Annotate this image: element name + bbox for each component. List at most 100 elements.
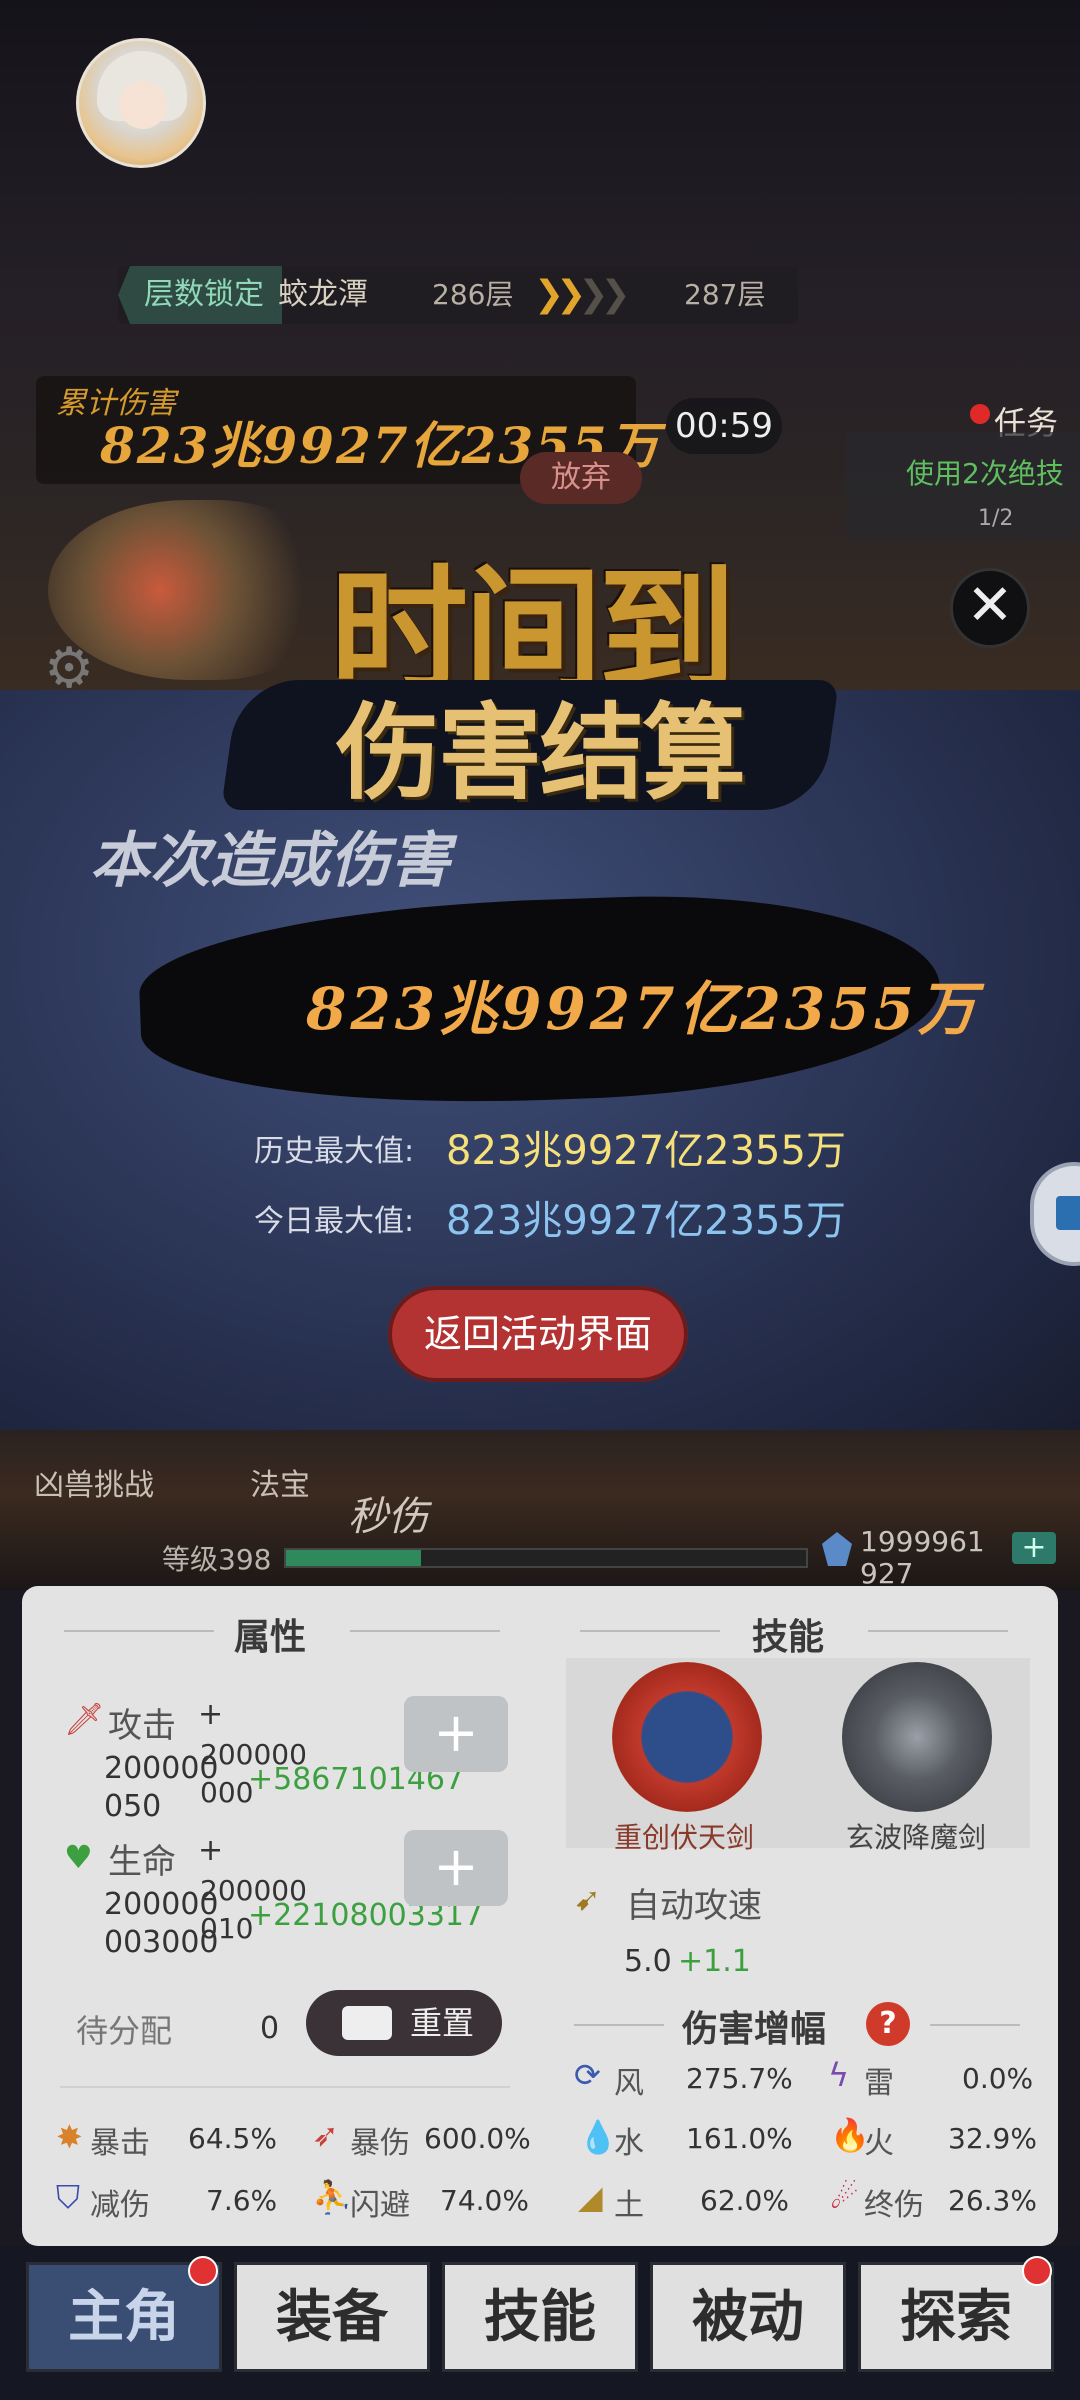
modal-title: 伤害结算 [336,691,746,814]
video-icon [342,2006,392,2040]
crit-damage-icon: ➶ [312,2116,339,2154]
close-icon[interactable]: ✕ [950,568,1030,648]
help-icon[interactable]: ? [866,2002,910,2046]
water-icon: 💧 [578,2118,618,2156]
fire-value: 32.9% [948,2122,1037,2155]
wind-label: 风 [614,2066,644,2101]
divider [574,2024,664,2026]
currency-amount: 1999961927 [860,1525,985,1590]
nav-tab-skills[interactable]: 技能 [442,2262,638,2372]
earth-label: 土 [614,2188,644,2223]
damage-value: 823兆9927亿2355万 [306,975,980,1043]
attributes-title: 属性 [234,1616,307,1658]
avatar-face [119,81,167,129]
notification-dot [188,2256,218,2286]
skills-title: 技能 [752,1616,825,1658]
add-currency-button[interactable]: + [1012,1532,1056,1564]
today-max-label: 今日最大值: [254,1204,415,1239]
crit-damage-label: 暴伤 [350,2126,410,2161]
skill2-icon[interactable] [842,1662,992,1812]
today-max-value: 823兆9927亿2355万 [446,1198,846,1244]
dodge-value: 74.0% [440,2184,529,2217]
return-to-activity-button[interactable]: 返回活动界面 [388,1286,688,1382]
arrow-icon: ❯ [600,274,631,315]
final-damage-icon: ☄ [830,2178,859,2216]
divider [64,1630,214,1632]
boss-image [48,500,328,680]
water-label: 水 [614,2126,644,2161]
beast-challenge-tab[interactable]: 凶兽挑战 [34,1460,154,1504]
shield-icon: ⛉ [56,2178,81,2216]
thunder-value: 0.0% [962,2062,1034,2095]
task-notification-dot [970,404,990,424]
give-up-button[interactable]: 放弃 [520,452,642,504]
hp-plus-label: + [198,1833,224,1868]
skill1-icon[interactable] [612,1662,762,1812]
floor-progress-arrows: ❯❯❯❯ [534,266,631,324]
task-text: 使用2次绝技 [906,457,1064,490]
auto-speed-label: 自动攻速 [626,1886,762,1926]
hp-add-button[interactable]: + [404,1830,508,1906]
divider [930,2024,1020,2026]
reduce-damage-value: 7.6% [206,2184,278,2217]
floor-name: 蛟龙潭 [278,277,368,312]
water-value: 161.0% [686,2122,793,2155]
experience-bar [284,1548,808,1568]
divider [350,1630,500,1632]
fabao-tab[interactable]: 法宝 [250,1460,310,1504]
seckill-tab[interactable]: 秒伤 [348,1484,428,1542]
final-damage-label: 终伤 [864,2188,924,2223]
wind-icon: ⟳ [574,2056,601,2094]
skill1-name: 重创伏天剑 [614,1821,755,1854]
divider [60,2086,510,2088]
auto-speed-bonus: +1.1 [678,1944,751,1979]
nav-tab-equipment[interactable]: 装备 [234,2262,430,2372]
skill2-name: 玄波降魔剑 [846,1821,987,1854]
reset-button[interactable]: 重置 [306,1990,502,2056]
fire-label: 火 [864,2126,894,2161]
crit-label: 暴击 [90,2126,150,2161]
crit-value: 64.5% [188,2122,277,2155]
current-floor: 286层 [432,278,514,311]
sword-icon: 🗡 [64,1700,105,1738]
arrow-icon: ❯ [556,274,586,315]
next-floor: 287层 [684,278,766,311]
nav-tab-passive[interactable]: 被动 [650,2262,846,2372]
damage-amplify-title: 伤害增幅 [682,2008,827,2050]
divider [868,1630,1008,1632]
crit-icon: ✸ [56,2118,83,2156]
player-level: 等级398 [162,1543,272,1576]
wind-value: 275.7% [686,2062,793,2095]
final-damage-value: 26.3% [948,2184,1037,2217]
countdown-timer: 00:59 [666,398,782,454]
experience-fill [286,1550,422,1566]
dodge-icon: ⛹ [312,2178,352,2216]
notification-dot [1022,2256,1052,2286]
crit-damage-value: 600.0% [424,2122,531,2155]
attack-label: 攻击 [108,1706,176,1746]
auto-speed-value: 5.0 [624,1944,672,1979]
earth-icon: ◢ [578,2178,603,2216]
heart-icon: ♥ [64,1838,93,1876]
reset-label: 重置 [410,2004,475,2042]
player-avatar[interactable] [76,38,206,168]
thunder-label: 雷 [864,2066,894,2101]
arrow-icon: ❯ [534,274,564,315]
pending-label: 待分配 [76,2012,173,2050]
reduce-damage-label: 减伤 [90,2188,150,2223]
earth-value: 62.0% [700,2184,789,2217]
dodge-label: 闪避 [350,2188,410,2223]
task-progress: 1/2 [978,506,1014,531]
hp-label: 生命 [108,1842,176,1882]
speed-icon: ➹ [574,1880,601,1918]
thunder-icon: ϟ [828,2056,850,2094]
history-max-value: 823兆9927亿2355万 [446,1128,846,1174]
attack-plus-label: + [198,1697,224,1732]
pending-value: 0 [260,2011,280,2046]
attack-add-button[interactable]: + [404,1696,508,1772]
divider [580,1630,720,1632]
caused-damage-label: 本次造成伤害 [90,826,450,896]
arrow-icon: ❯ [578,274,608,315]
history-max-label: 历史最大值: [254,1134,415,1169]
floor-lock-button[interactable]: 层数锁定 [118,266,282,324]
